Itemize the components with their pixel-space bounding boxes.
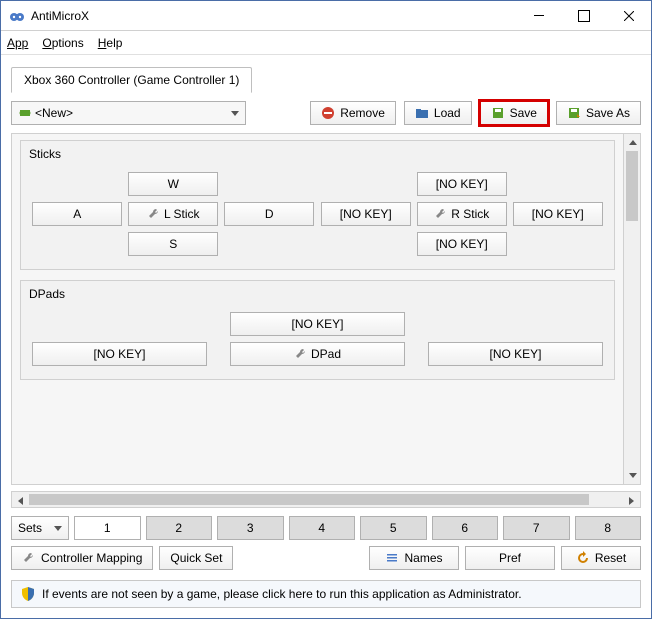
lstick-down-button[interactable]: S [128,232,218,256]
scroll-left-button[interactable] [12,492,29,509]
profile-selected: <New> [35,106,231,120]
scroll-thumb-h[interactable] [29,494,589,505]
lstick-center-button[interactable]: L Stick [128,202,218,226]
bottom-controls: Sets 1 2 3 4 5 6 7 8 Controller Mapping … [1,512,651,580]
save-as-icon [567,106,581,120]
dropdown-caret-icon [231,111,239,116]
sticks-group: Sticks W A L Stick D S [NO KEY] [20,140,615,270]
lstick-left-button[interactable]: A [32,202,122,226]
reset-label: Reset [595,551,626,565]
tab-controller[interactable]: Xbox 360 Controller (Game Controller 1) [11,67,252,93]
save-as-button[interactable]: Save As [556,101,641,125]
load-label: Load [434,106,461,120]
scroll-up-button[interactable] [624,134,641,151]
controller-mapping-label: Controller Mapping [41,551,142,565]
menu-options-text: ptions [52,36,84,50]
dpad-right-button[interactable]: [NO KEY] [428,342,603,366]
main-scroll-area: Sticks W A L Stick D S [NO KEY] [11,133,641,485]
shield-icon [20,586,36,602]
set-3-button[interactable]: 3 [217,516,284,540]
set-6-button[interactable]: 6 [432,516,499,540]
remove-label: Remove [340,106,385,120]
dpad-up-button[interactable]: [NO KEY] [230,312,405,336]
sticks-title: Sticks [29,147,606,161]
menu-help[interactable]: Help [98,36,123,50]
reset-icon [576,551,590,565]
list-icon [385,551,399,565]
scroll-thumb[interactable] [626,151,638,221]
names-button[interactable]: Names [369,546,459,570]
sets-dropdown[interactable]: Sets [11,516,69,540]
quick-set-button[interactable]: Quick Set [159,546,233,570]
maximize-button[interactable] [561,1,606,30]
set-1-button[interactable]: 1 [74,516,141,540]
wrench-icon [147,207,161,221]
status-text: If events are not seen by a game, please… [42,587,522,601]
rstick-up-button[interactable]: [NO KEY] [417,172,507,196]
set-5-button[interactable]: 5 [360,516,427,540]
close-button[interactable] [606,1,651,30]
dropdown-caret-icon [54,526,62,531]
names-label: Names [404,551,442,565]
controller-mapping-button[interactable]: Controller Mapping [11,546,153,570]
minimize-button[interactable] [516,1,561,30]
set-8-button[interactable]: 8 [575,516,642,540]
scroll-down-button[interactable] [624,467,641,484]
menu-app[interactable]: App [7,36,28,50]
wrench-icon [434,207,448,221]
rstick-center-label: R Stick [451,207,489,221]
app-icon [9,8,25,24]
rstick-down-button[interactable]: [NO KEY] [417,232,507,256]
menu-options[interactable]: Options [42,36,83,50]
dpads-title: DPads [29,287,606,301]
titlebar: AntiMicroX [1,1,651,31]
wrench-icon [294,347,308,361]
lstick-right-button[interactable]: D [224,202,314,226]
profile-select[interactable]: <New> [11,101,246,125]
rstick-center-button[interactable]: R Stick [417,202,507,226]
set-2-button[interactable]: 2 [146,516,213,540]
dpads-group: DPads [NO KEY] [NO KEY] DPad [NO KEY] [20,280,615,380]
remove-icon [321,106,335,120]
dpad-center-button[interactable]: DPad [230,342,405,366]
set-4-button[interactable]: 4 [289,516,356,540]
status-bar[interactable]: If events are not seen by a game, please… [11,580,641,608]
wrench-icon [22,551,36,565]
save-label: Save [510,106,537,120]
reset-button[interactable]: Reset [561,546,641,570]
remove-button[interactable]: Remove [310,101,396,125]
save-as-label: Save As [586,106,630,120]
dpad-left-button[interactable]: [NO KEY] [32,342,207,366]
tab-row: Xbox 360 Controller (Game Controller 1) [1,55,651,93]
sets-label: Sets [18,521,42,535]
dpad-center-label: DPad [311,347,341,361]
toolbar: <New> Remove Load Save Save As [1,93,651,133]
folder-open-icon [415,106,429,120]
vertical-scrollbar[interactable] [623,134,640,484]
lstick-center-label: L Stick [164,207,200,221]
pref-button[interactable]: Pref [465,546,555,570]
save-button[interactable]: Save [480,101,548,125]
save-icon [491,106,505,120]
window-title: AntiMicroX [31,9,516,23]
scroll-right-button[interactable] [623,492,640,509]
rstick-right-button[interactable]: [NO KEY] [513,202,603,226]
menubar: App Options Help [1,31,651,55]
horizontal-scrollbar[interactable] [11,491,641,508]
rstick-left-button[interactable]: [NO KEY] [321,202,411,226]
profile-icon [18,106,32,120]
lstick-up-button[interactable]: W [128,172,218,196]
load-button[interactable]: Load [404,101,472,125]
menu-help-text: elp [106,36,122,50]
set-7-button[interactable]: 7 [503,516,570,540]
